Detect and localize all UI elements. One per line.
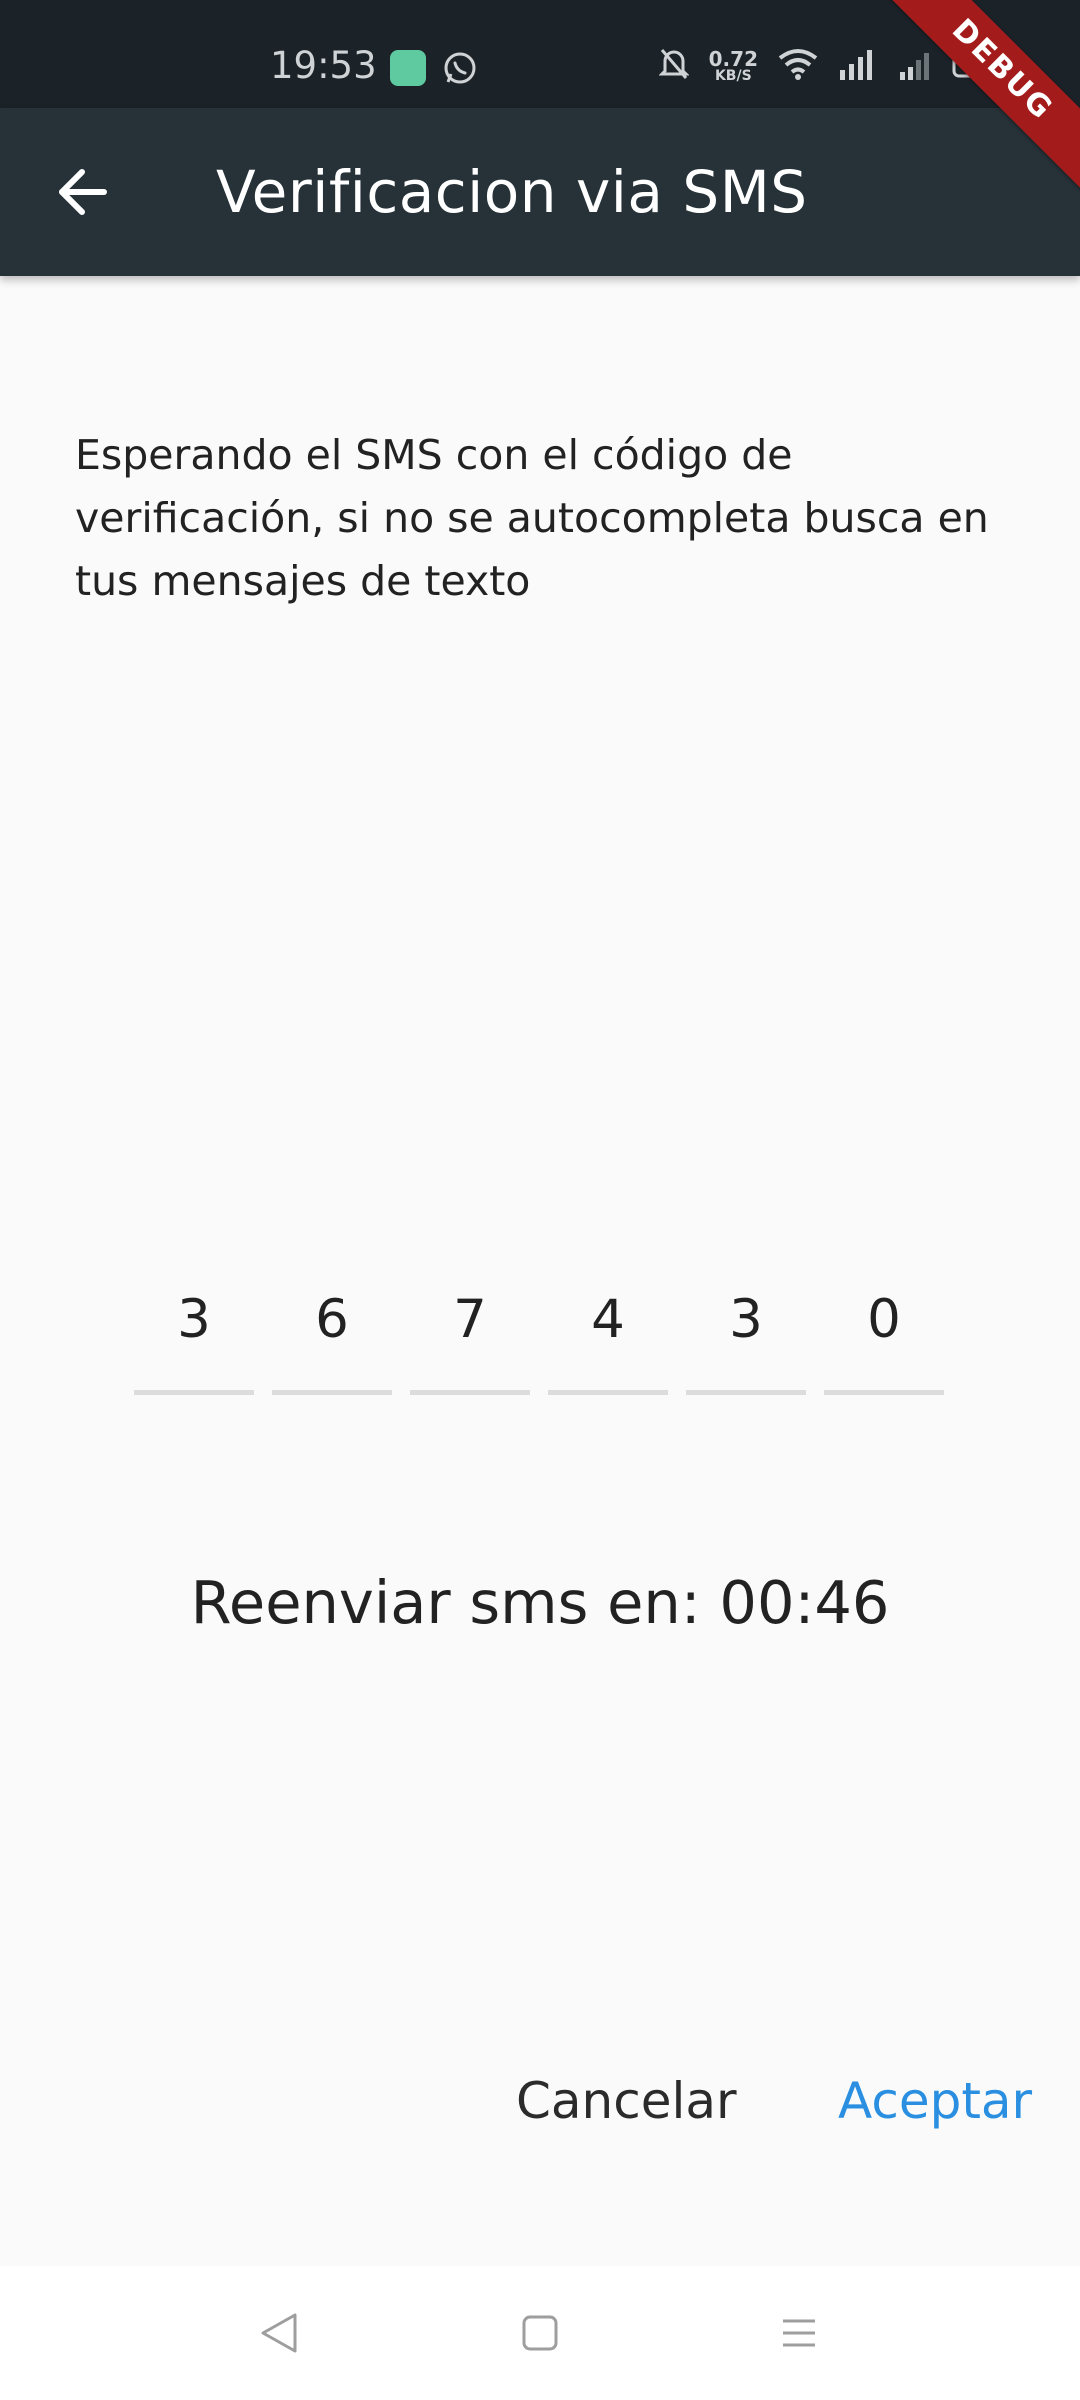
cancel-button[interactable]: Cancelar (516, 2072, 737, 2130)
net-speed: 0.72 KB/S (709, 49, 758, 83)
signal-icon-2 (898, 48, 932, 84)
otp-digit-4[interactable]: 4 (548, 1280, 668, 1395)
page-title: Verificacion via SMS (216, 158, 808, 226)
nav-home-icon (520, 2313, 560, 2357)
nav-home-button[interactable] (515, 2310, 565, 2360)
otp-digit-1[interactable]: 3 (134, 1280, 254, 1395)
status-time: 19:53 (270, 44, 377, 87)
signal-icon (838, 48, 878, 84)
back-button[interactable] (40, 152, 124, 236)
arrow-back-icon (56, 166, 108, 222)
instructions-text: Esperando el SMS con el código de verifi… (75, 431, 989, 605)
accept-button[interactable]: Aceptar (838, 2072, 1032, 2130)
nav-menu-button[interactable] (774, 2310, 824, 2360)
nav-menu-icon (779, 2313, 819, 2357)
nav-back-button[interactable] (254, 2310, 304, 2360)
screen: 19:53 0.72 KB/S DEBUG Verificacion via S… (0, 0, 1080, 2400)
net-speed-unit: KB/S (714, 68, 752, 84)
net-speed-value: 0.72 (708, 47, 758, 71)
app-bar: Verificacion via SMS (0, 108, 1080, 276)
otp-digit-6[interactable]: 0 (824, 1280, 944, 1395)
resend-countdown: Reenviar sms en: 00:46 (190, 1568, 890, 1637)
bell-off-icon (658, 47, 690, 85)
notification-app-icon (390, 50, 426, 86)
whatsapp-icon (442, 50, 478, 90)
wifi-icon (778, 48, 818, 84)
system-nav-bar (0, 2266, 1080, 2400)
otp-digit-5[interactable]: 3 (686, 1280, 806, 1395)
nav-back-icon (259, 2311, 299, 2359)
otp-digit-3[interactable]: 7 (410, 1280, 530, 1395)
otp-input-row[interactable]: 3 6 7 4 3 0 (134, 1280, 944, 1395)
otp-digit-2[interactable]: 6 (272, 1280, 392, 1395)
